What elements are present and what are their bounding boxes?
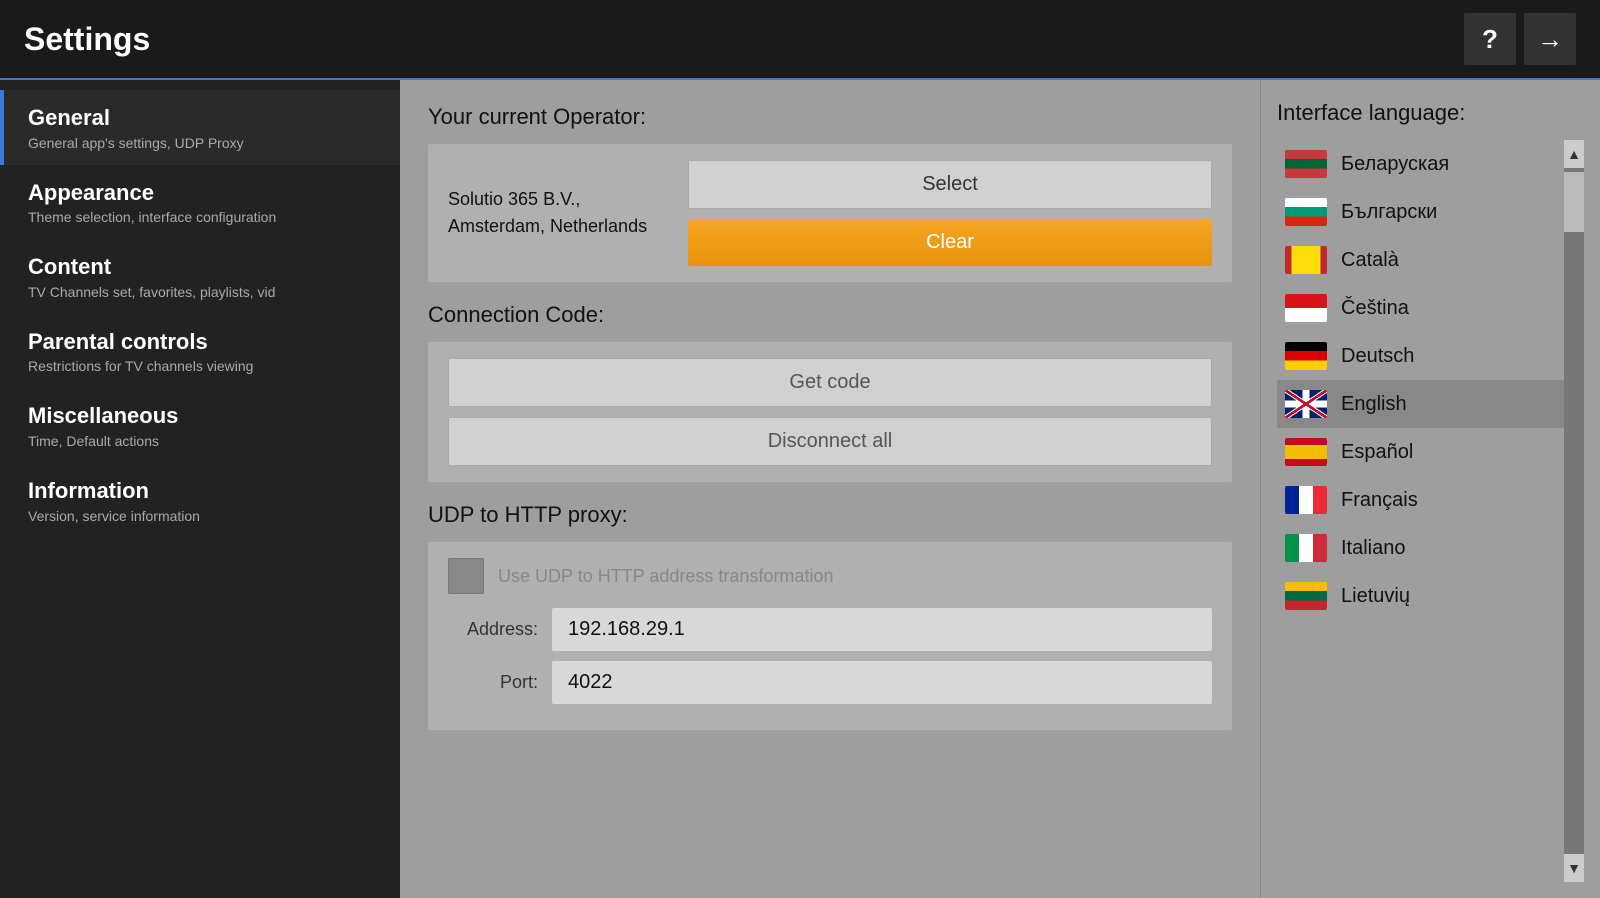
share-button[interactable]: → bbox=[1524, 13, 1576, 65]
language-panel: Interface language: Беларуская Български… bbox=[1260, 80, 1600, 898]
sidebar-item-general-subtitle: General app's settings, UDP Proxy bbox=[28, 135, 376, 151]
operator-section-title: Your current Operator: bbox=[428, 104, 1232, 130]
language-name-de: Deutsch bbox=[1341, 345, 1414, 368]
language-name-bg: Български bbox=[1341, 201, 1437, 224]
sidebar-item-miscellaneous-subtitle: Time, Default actions bbox=[28, 433, 376, 449]
address-label: Address: bbox=[448, 619, 538, 640]
scroll-thumb[interactable] bbox=[1564, 172, 1584, 232]
language-name-gb: English bbox=[1341, 393, 1407, 416]
language-panel-title: Interface language: bbox=[1277, 100, 1584, 126]
flag-fr-white bbox=[1299, 486, 1313, 514]
udp-checkbox-row: Use UDP to HTTP address transformation bbox=[448, 558, 1212, 594]
udp-content-box: Use UDP to HTTP address transformation A… bbox=[428, 542, 1232, 730]
header-actions: ? → bbox=[1464, 13, 1576, 65]
sidebar-item-miscellaneous-title: Miscellaneous bbox=[28, 402, 376, 431]
language-name-it: Italiano bbox=[1341, 537, 1406, 560]
sidebar-item-parental[interactable]: Parental controls Restrictions for TV ch… bbox=[0, 314, 400, 389]
disconnect-all-button[interactable]: Disconnect all bbox=[448, 417, 1212, 466]
udp-section: UDP to HTTP proxy: Use UDP to HTTP addre… bbox=[428, 502, 1232, 730]
udp-checkbox[interactable] bbox=[448, 558, 484, 594]
flag-lt bbox=[1285, 582, 1327, 610]
sidebar-item-general[interactable]: General General app's settings, UDP Prox… bbox=[0, 90, 400, 165]
operator-location: Amsterdam, Netherlands bbox=[448, 213, 668, 240]
language-item-bg[interactable]: Български bbox=[1277, 188, 1564, 236]
language-name-by: Беларуская bbox=[1341, 153, 1449, 176]
main-content: Your current Operator: Solutio 365 B.V.,… bbox=[400, 80, 1260, 898]
language-name-cz: Čeština bbox=[1341, 297, 1409, 320]
language-item-de[interactable]: Deutsch bbox=[1277, 332, 1564, 380]
operator-info: Solutio 365 B.V., Amsterdam, Netherlands bbox=[448, 186, 668, 240]
sidebar-item-information[interactable]: Information Version, service information bbox=[0, 463, 400, 538]
udp-title: UDP to HTTP proxy: bbox=[428, 502, 1232, 528]
connection-buttons-box: Get code Disconnect all bbox=[428, 342, 1232, 482]
main-layout: General General app's settings, UDP Prox… bbox=[0, 80, 1600, 898]
sidebar-item-content-title: Content bbox=[28, 253, 376, 282]
sidebar-item-miscellaneous[interactable]: Miscellaneous Time, Default actions bbox=[0, 388, 400, 463]
flag-es bbox=[1285, 438, 1327, 466]
sidebar-item-appearance[interactable]: Appearance Theme selection, interface co… bbox=[0, 165, 400, 240]
operator-info-box: Solutio 365 B.V., Amsterdam, Netherlands… bbox=[428, 144, 1232, 282]
scroll-up-button[interactable]: ▲ bbox=[1564, 140, 1584, 168]
language-name-ca: Català bbox=[1341, 249, 1399, 272]
language-name-es: Español bbox=[1341, 441, 1413, 464]
language-item-ca[interactable]: Català bbox=[1277, 236, 1564, 284]
flag-ca bbox=[1285, 246, 1327, 274]
language-item-fr[interactable]: Français bbox=[1277, 476, 1564, 524]
connection-code-section: Connection Code: Get code Disconnect all bbox=[428, 302, 1232, 482]
sidebar-arrow bbox=[400, 471, 418, 507]
address-row: Address: bbox=[448, 608, 1212, 651]
sidebar-item-information-subtitle: Version, service information bbox=[28, 508, 376, 524]
get-code-button[interactable]: Get code bbox=[448, 358, 1212, 407]
language-name-lt: Lietuvių bbox=[1341, 585, 1410, 608]
flag-cz bbox=[1285, 294, 1327, 322]
language-item-by[interactable]: Беларуская bbox=[1277, 140, 1564, 188]
port-row: Port: bbox=[448, 661, 1212, 704]
sidebar-item-appearance-subtitle: Theme selection, interface configuration bbox=[28, 209, 376, 225]
sidebar-item-parental-subtitle: Restrictions for TV channels viewing bbox=[28, 358, 376, 374]
scroll-track bbox=[1564, 168, 1584, 854]
clear-operator-button[interactable]: Clear bbox=[688, 219, 1212, 266]
flag-it-red bbox=[1313, 534, 1327, 562]
flag-de bbox=[1285, 342, 1327, 370]
language-scrollbar[interactable]: ▲ ▼ bbox=[1564, 140, 1584, 882]
language-item-cz[interactable]: Čeština bbox=[1277, 284, 1564, 332]
language-list-container: Беларуская Български Català Čeština bbox=[1277, 140, 1584, 882]
sidebar: General General app's settings, UDP Prox… bbox=[0, 80, 400, 898]
address-input[interactable] bbox=[552, 608, 1212, 651]
flag-it-white bbox=[1299, 534, 1313, 562]
connection-code-title: Connection Code: bbox=[428, 302, 1232, 328]
language-list: Беларуская Български Català Čeština bbox=[1277, 140, 1564, 882]
flag-fr-red bbox=[1313, 486, 1327, 514]
flag-fr bbox=[1285, 486, 1327, 514]
scroll-down-button[interactable]: ▼ bbox=[1564, 854, 1584, 882]
operator-name: Solutio 365 B.V., bbox=[448, 186, 668, 213]
sidebar-item-content-subtitle: TV Channels set, favorites, playlists, v… bbox=[28, 284, 376, 300]
operator-buttons: Select Clear bbox=[688, 160, 1212, 266]
language-item-gb[interactable]: English bbox=[1277, 380, 1564, 428]
header: Settings ? → bbox=[0, 0, 1600, 80]
sidebar-item-appearance-title: Appearance bbox=[28, 179, 376, 208]
help-button[interactable]: ? bbox=[1464, 13, 1516, 65]
port-label: Port: bbox=[448, 672, 538, 693]
flag-bg bbox=[1285, 198, 1327, 226]
flag-it bbox=[1285, 534, 1327, 562]
language-item-lt[interactable]: Lietuvių bbox=[1277, 572, 1564, 620]
select-operator-button[interactable]: Select bbox=[688, 160, 1212, 209]
sidebar-item-content[interactable]: Content TV Channels set, favorites, play… bbox=[0, 239, 400, 314]
udp-checkbox-label: Use UDP to HTTP address transformation bbox=[498, 566, 833, 587]
sidebar-item-parental-title: Parental controls bbox=[28, 328, 376, 357]
content-area: Your current Operator: Solutio 365 B.V.,… bbox=[400, 80, 1600, 898]
port-input[interactable] bbox=[552, 661, 1212, 704]
operator-section: Your current Operator: Solutio 365 B.V.,… bbox=[428, 104, 1232, 282]
sidebar-item-information-title: Information bbox=[28, 477, 376, 506]
flag-gb bbox=[1285, 390, 1327, 418]
language-item-it[interactable]: Italiano bbox=[1277, 524, 1564, 572]
sidebar-item-general-title: General bbox=[28, 104, 376, 133]
language-item-es[interactable]: Español bbox=[1277, 428, 1564, 476]
flag-fr-blue bbox=[1285, 486, 1299, 514]
language-name-fr: Français bbox=[1341, 489, 1418, 512]
flag-it-green bbox=[1285, 534, 1299, 562]
page-title: Settings bbox=[24, 21, 1464, 58]
flag-by bbox=[1285, 150, 1327, 178]
